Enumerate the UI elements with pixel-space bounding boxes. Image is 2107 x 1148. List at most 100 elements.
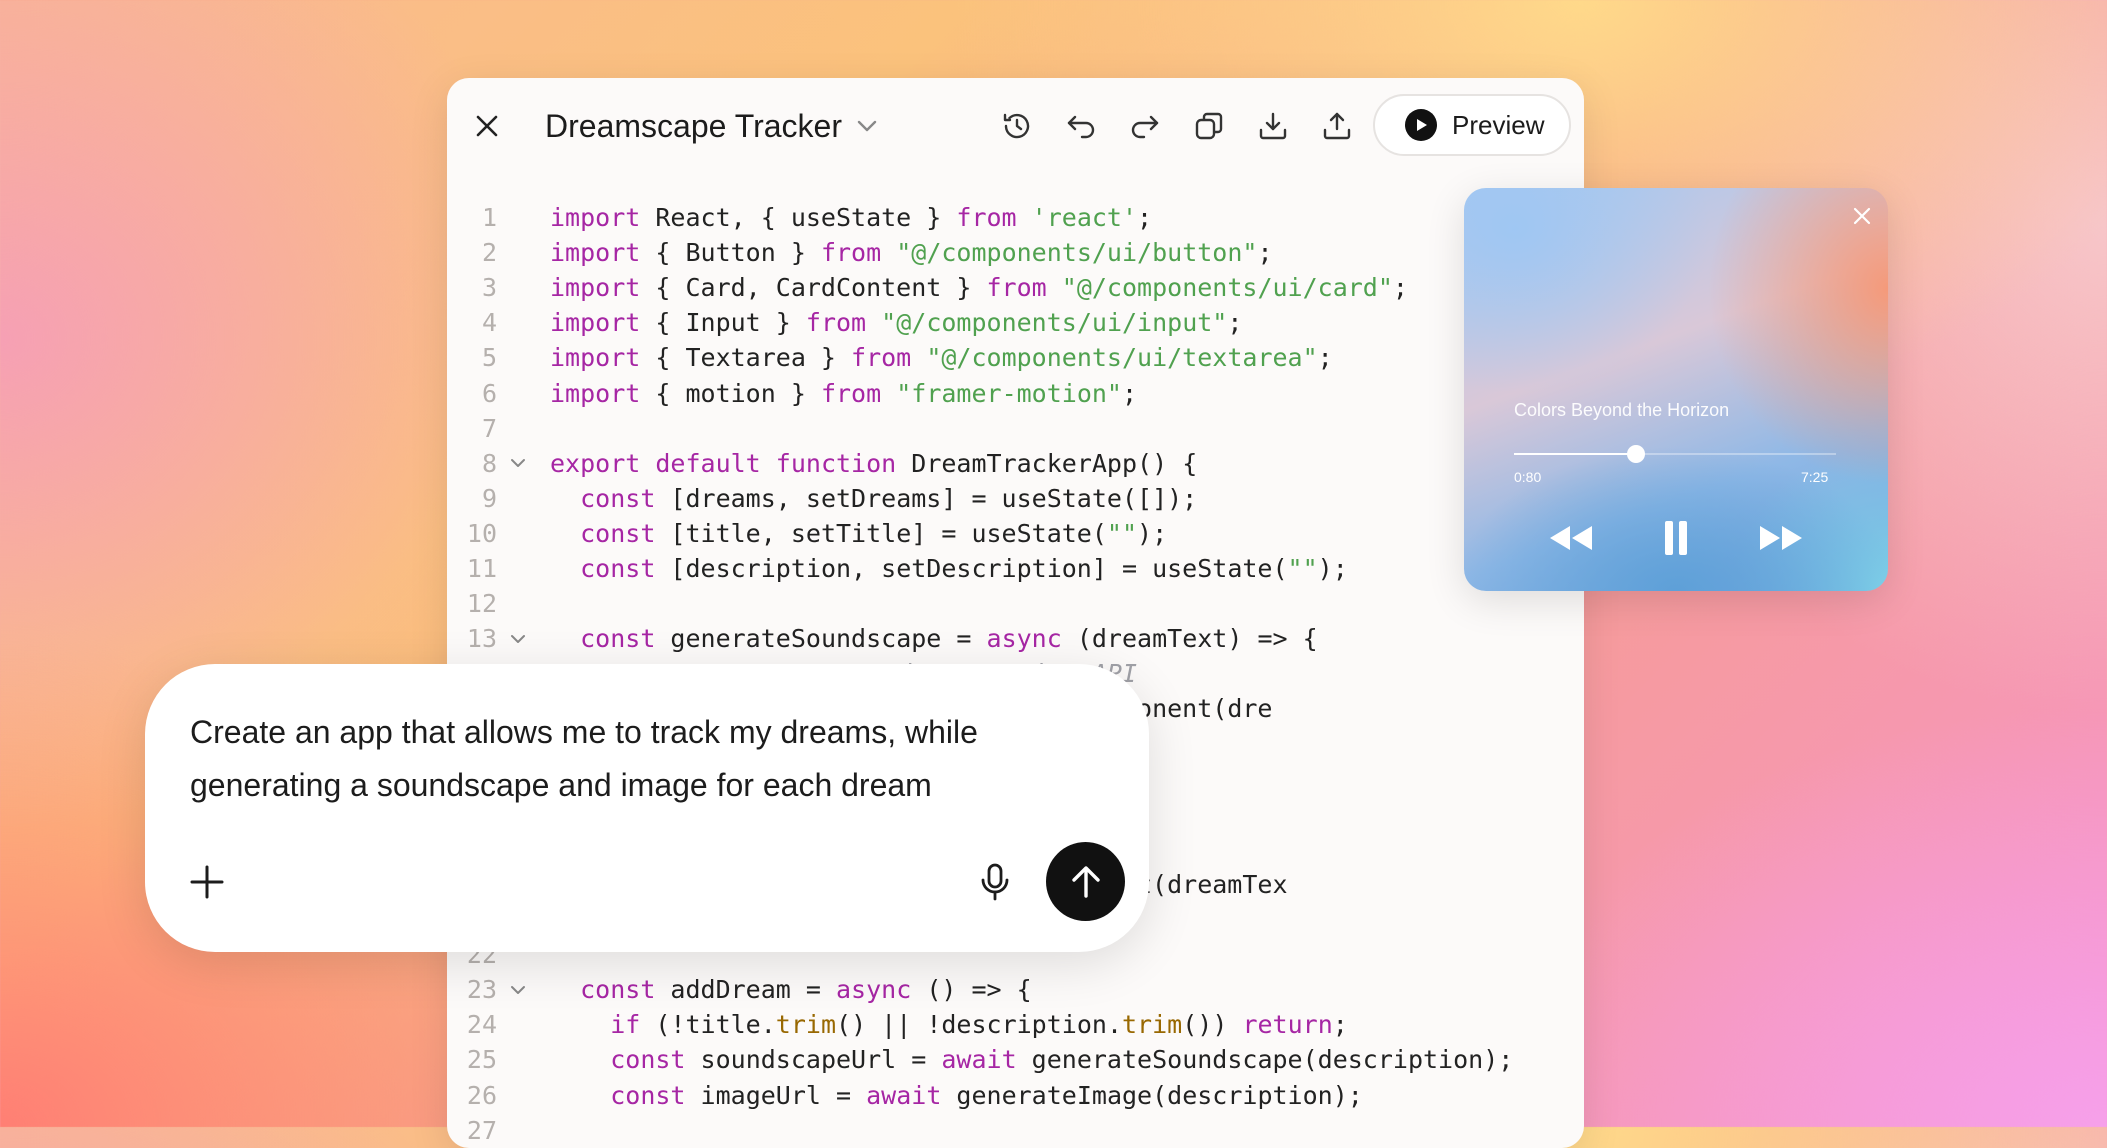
code-token: trim	[1122, 1010, 1183, 1040]
close-editor-button[interactable]	[467, 106, 507, 146]
pause-icon	[1665, 521, 1687, 555]
code-token: if	[610, 1010, 641, 1040]
redo-icon	[1131, 115, 1159, 139]
code-token: ;	[1332, 1010, 1348, 1040]
progress-fill	[1514, 453, 1637, 455]
code-token: const	[580, 518, 656, 548]
code-token: await	[941, 1045, 1017, 1075]
chevron-down-icon	[856, 119, 878, 133]
code-token: [title, setTitle] = useState(	[655, 518, 1107, 548]
code-token: ;	[1317, 343, 1333, 373]
project-title: Dreamscape Tracker	[545, 108, 842, 144]
code-token: default	[655, 448, 761, 478]
code-token: { Card, CardContent }	[640, 273, 987, 303]
play-icon	[1405, 109, 1437, 141]
code-token: import	[550, 308, 641, 338]
code-token: import	[550, 238, 641, 268]
code-token: return	[1242, 1010, 1333, 1040]
code-token: [dreams, setDreams] = useState([]);	[655, 483, 1198, 513]
code-token: import	[550, 378, 641, 408]
fold-chevron-icon[interactable]	[507, 621, 529, 656]
code-token: ""	[1287, 554, 1318, 583]
voice-input-button[interactable]	[973, 860, 1017, 904]
code-text: import { motion } from "framer-motion";	[550, 376, 1137, 411]
track-title: Colors Beyond the Horizon	[1514, 400, 1730, 420]
code-text: const generateSoundscape = async (dreamT…	[550, 621, 1318, 656]
code-token: soundscapeUrl =	[685, 1045, 942, 1075]
undo-icon	[1067, 115, 1095, 139]
line-number: 10	[466, 518, 497, 548]
progress-slider[interactable]	[1514, 445, 1836, 463]
undo-button[interactable]	[1059, 104, 1103, 148]
share-button[interactable]	[1315, 104, 1359, 148]
code-token: async	[836, 975, 912, 1005]
send-button[interactable]	[1046, 842, 1125, 921]
line-number: 27	[466, 1115, 497, 1145]
prompt-composer: Create an app that allows me to track my…	[145, 664, 1149, 952]
code-token: { Button }	[640, 238, 821, 268]
code-text: import { Card, CardContent } from "@/com…	[550, 270, 1408, 305]
code-token: (dreamText) => {	[1061, 624, 1318, 654]
prompt-input[interactable]: Create an app that allows me to track my…	[190, 706, 1070, 812]
code-token: imageUrl =	[685, 1080, 867, 1110]
fast-forward-button[interactable]	[1754, 516, 1808, 560]
download-button[interactable]	[1251, 104, 1295, 148]
code-line: 12	[447, 586, 1584, 621]
preview-button[interactable]: Preview	[1373, 94, 1571, 156]
code-text: if (!title.trim() || !description.trim()…	[550, 1007, 1348, 1042]
code-token: const	[610, 1045, 686, 1075]
code-token: React, { useState }	[640, 203, 957, 232]
code-line: 3 import { Card, CardContent } from "@/co…	[447, 270, 1584, 305]
code-token: from	[986, 273, 1047, 303]
code-token: "@/components/ui/button"	[896, 238, 1258, 268]
code-token: from	[851, 343, 912, 373]
code-token: import	[550, 273, 641, 303]
fold-chevron-icon[interactable]	[507, 446, 529, 481]
fold-chevron-icon[interactable]	[507, 972, 529, 1007]
code-line: 6 import { motion } from "framer-motion";	[447, 376, 1584, 411]
code-token: (!title.	[640, 1010, 776, 1040]
add-attachment-button[interactable]	[185, 860, 229, 904]
close-icon	[476, 115, 498, 137]
rewind-button[interactable]	[1544, 516, 1598, 560]
project-title-dropdown[interactable]: Dreamscape Tracker	[545, 104, 878, 148]
progress-thumb[interactable]	[1627, 445, 1646, 463]
close-player-button[interactable]	[1848, 202, 1876, 230]
code-token: const	[580, 554, 656, 583]
code-text: const [title, setTitle] = useState("");	[550, 516, 1167, 551]
code-token: "framer-motion"	[896, 378, 1122, 408]
code-token: const	[580, 975, 656, 1005]
redo-button[interactable]	[1123, 104, 1167, 148]
rewind-icon	[1550, 526, 1592, 550]
code-token: ;	[1392, 273, 1408, 303]
code-token: generateSoundscape =	[655, 624, 987, 654]
pause-button[interactable]	[1659, 516, 1693, 560]
copy-button[interactable]	[1187, 104, 1231, 148]
line-number: 11	[466, 554, 497, 583]
code-token: generateSoundscape(description);	[1016, 1045, 1514, 1075]
copy-icon	[1195, 112, 1223, 140]
history-button[interactable]	[995, 104, 1039, 148]
code-text: const soundscapeUrl = await generateSoun…	[550, 1042, 1513, 1077]
download-icon	[1259, 112, 1287, 140]
code-line: 8 export default function DreamTrackerApp…	[447, 446, 1584, 481]
code-token: ;	[1137, 203, 1153, 232]
code-token: { Input }	[640, 308, 806, 338]
code-line: 11 const [description, setDescription] =…	[447, 551, 1584, 586]
code-text: export default function DreamTrackerApp(…	[550, 446, 1197, 481]
code-line: 27	[447, 1113, 1584, 1148]
line-number: 24	[466, 1010, 497, 1040]
current-time: 0:80	[1514, 469, 1542, 485]
close-icon	[1853, 207, 1871, 225]
